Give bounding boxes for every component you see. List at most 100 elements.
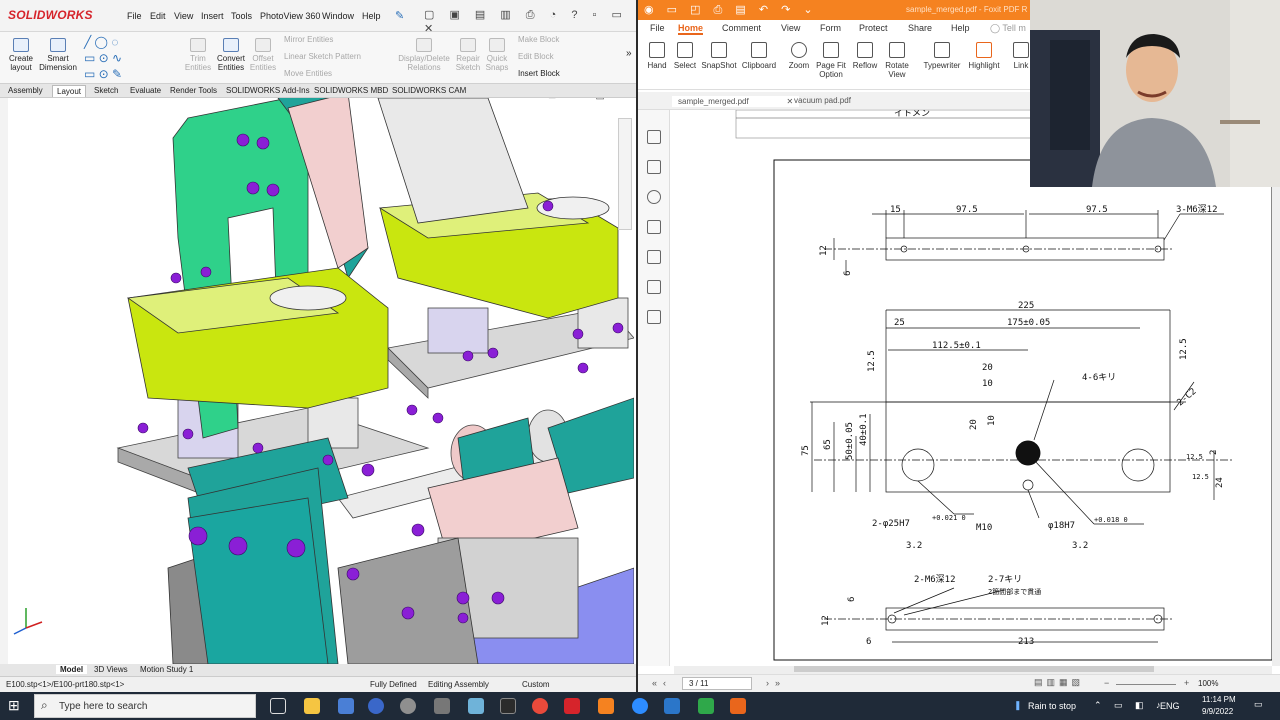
tab-model[interactable]: Model xyxy=(56,665,88,674)
link-button[interactable]: Link xyxy=(1010,42,1032,70)
menu-view[interactable]: View xyxy=(174,11,193,21)
comments-icon[interactable] xyxy=(647,190,661,204)
tab-render-tools[interactable]: Render Tools xyxy=(166,85,221,96)
windows-start-icon[interactable]: ⊞ xyxy=(8,697,20,714)
page-number-field[interactable]: 3 / 11 xyxy=(682,677,752,690)
assembly-3d-model[interactable] xyxy=(8,98,634,664)
next-last-page-icons[interactable]: ›» xyxy=(766,678,786,688)
app-icon-blue[interactable] xyxy=(664,698,680,714)
app-icon-settings[interactable] xyxy=(400,698,416,714)
sw-quick-access-toolbar[interactable]: ▢ ▣ ▤ ▥ ⎙ ◔ ? ▫ ▭ ✕ xyxy=(424,8,636,35)
ribbon-expand-icon[interactable]: » xyxy=(626,48,632,59)
fx-tab-comment[interactable]: Comment xyxy=(722,23,761,33)
fx-tab-help[interactable]: Help xyxy=(951,23,970,33)
camtasia-icon[interactable] xyxy=(698,698,714,714)
tell-me-search[interactable]: ◯ Tell m xyxy=(990,23,1026,34)
tab-layout[interactable]: Layout xyxy=(52,85,87,97)
tab-addins[interactable]: SOLIDWORKS Add-Ins xyxy=(222,85,314,96)
foxit-quick-access-icons[interactable]: ◉ ▭ ◰ ⎙ ▤ ↶ ↷ ⌄ xyxy=(644,3,818,17)
app-icon-obs[interactable] xyxy=(500,698,516,714)
chrome-icon[interactable] xyxy=(532,698,548,714)
offset-entities-button[interactable]: Offset Entities xyxy=(249,38,277,72)
smart-dimension-button[interactable]: Smart Dimension xyxy=(38,38,78,72)
tab-motion-study[interactable]: Motion Study 1 xyxy=(140,665,193,674)
pages-icon[interactable] xyxy=(647,160,661,174)
menu-window[interactable]: Window xyxy=(322,11,354,21)
tab-3d-views[interactable]: 3D Views xyxy=(94,665,128,674)
security-icon[interactable] xyxy=(647,280,661,294)
doc-tab-sample-merged[interactable]: sample_merged.pdf ✕ xyxy=(672,96,800,107)
menu-tools[interactable]: Tools xyxy=(231,11,252,21)
app-icon-tool[interactable] xyxy=(434,698,450,714)
move-entities-button[interactable]: Move Entities xyxy=(284,69,332,78)
task-view-icon[interactable] xyxy=(270,698,286,714)
fx-tab-protect[interactable]: Protect xyxy=(859,23,888,33)
app-icon-store[interactable] xyxy=(338,698,354,714)
app-icon-orange[interactable] xyxy=(730,698,746,714)
insert-block-button[interactable]: Insert Block xyxy=(518,69,560,78)
attachments-icon[interactable] xyxy=(647,250,661,264)
mirror-entities-button[interactable]: Mirror Entities xyxy=(284,35,333,44)
tab-sketch[interactable]: Sketch xyxy=(90,85,122,96)
view-mode-icons[interactable]: ▤▥▦▧ xyxy=(1034,677,1084,688)
units-dropdown[interactable]: Custom xyxy=(522,680,550,689)
create-layout-button[interactable]: Create layout xyxy=(6,38,36,72)
language-indicator[interactable]: ENG xyxy=(1160,701,1180,711)
sketch-tools-grid[interactable]: ╱ ◯ ◌ ▭ ⊙ ∿ ▭ ⊙ ✎ xyxy=(84,34,174,81)
hand-tool-button[interactable]: Hand xyxy=(644,42,670,70)
tab-assembly[interactable]: Assembly xyxy=(4,85,47,96)
fx-tab-share[interactable]: Share xyxy=(908,23,932,33)
viewport-window-controls[interactable]: ⊡ ▭ ◳ ✕ xyxy=(548,98,634,101)
highlight-button[interactable]: Highlight xyxy=(966,42,1002,70)
fx-tab-home[interactable]: Home xyxy=(678,23,704,35)
first-prev-page-icons[interactable]: «‹ xyxy=(652,678,672,688)
fx-tab-view[interactable]: View xyxy=(781,23,800,33)
menu-help[interactable]: Help xyxy=(362,11,381,21)
typewriter-button[interactable]: Typewriter xyxy=(920,42,964,70)
make-block-button[interactable]: Make Block xyxy=(518,35,559,44)
edit-block-button[interactable]: Edit Block xyxy=(518,52,554,61)
fx-tab-file[interactable]: File xyxy=(650,23,665,33)
file-explorer-icon[interactable] xyxy=(304,698,320,714)
solidworks-taskbar-icon[interactable] xyxy=(564,698,580,714)
zoom-out-icon[interactable]: − xyxy=(1104,678,1109,688)
menu-file[interactable]: File xyxy=(127,11,142,21)
weather-icon[interactable]: ❚ xyxy=(1014,700,1022,711)
menu-photoview[interactable]: PhotoView 360 xyxy=(260,11,320,21)
clock-date[interactable]: 9/9/2022 xyxy=(1202,707,1233,716)
weather-text[interactable]: Rain to stop xyxy=(1028,701,1076,711)
reflow-button[interactable]: Reflow xyxy=(850,42,880,70)
page-fit-button[interactable]: Page Fit Option xyxy=(814,42,848,79)
zoom-slider[interactable] xyxy=(1116,684,1176,685)
tray-icons[interactable]: ⌃ ▭ ◧ ♪ xyxy=(1094,700,1166,711)
pdf-vertical-scrollbar[interactable] xyxy=(1272,110,1280,666)
feature-tree-collapsed[interactable] xyxy=(0,98,8,664)
notification-icon[interactable]: ▭ xyxy=(1254,699,1263,710)
app-icon-drop[interactable] xyxy=(368,698,384,714)
clipboard-button[interactable]: Clipboard xyxy=(741,42,777,70)
zoom-in-icon[interactable]: + xyxy=(1184,678,1189,688)
bookmark-icon[interactable] xyxy=(647,130,661,144)
taskbar-search-box[interactable]: ⌕ Type here to search xyxy=(34,694,256,718)
snapshot-button[interactable]: SnapShot xyxy=(700,42,738,70)
foxit-taskbar-icon[interactable] xyxy=(598,698,614,714)
tab-mbd[interactable]: SOLIDWORKS MBD xyxy=(310,85,392,96)
doc-tab-vacuum-pad[interactable]: vacuum pad.pdf xyxy=(794,96,851,105)
linear-sketch-pattern-button[interactable]: Linear Sketch Pattern xyxy=(284,52,361,61)
convert-entities-button[interactable]: Convert Entities xyxy=(214,38,248,72)
zoom-button[interactable]: Zoom xyxy=(786,42,812,70)
pdf-horizontal-scrollbar[interactable] xyxy=(674,666,1272,674)
clock-time[interactable]: 11:14 PM xyxy=(1202,695,1236,704)
trim-entities-button[interactable]: Trim Entities xyxy=(184,38,212,72)
task-pane-strip[interactable] xyxy=(618,118,632,230)
signature-icon[interactable] xyxy=(647,310,661,324)
select-tool-button[interactable]: Select xyxy=(672,42,698,70)
pdf-document-view[interactable]: イトメン 15 97.5 97.5 3-M6深12 12 6 225 25 17… xyxy=(674,110,1272,666)
pin-icon[interactable]: ✎ xyxy=(395,9,404,22)
rotate-view-button[interactable]: Rotate View xyxy=(882,42,912,79)
zoom-level[interactable]: 100% xyxy=(1198,679,1218,688)
graphics-viewport[interactable]: ⊡ ▭ ◳ ✕ xyxy=(8,98,634,664)
tab-cam[interactable]: SOLIDWORKS CAM xyxy=(388,85,470,96)
tab-evaluate[interactable]: Evaluate xyxy=(126,85,165,96)
quick-snaps-button[interactable]: Quick Snaps xyxy=(484,38,510,72)
